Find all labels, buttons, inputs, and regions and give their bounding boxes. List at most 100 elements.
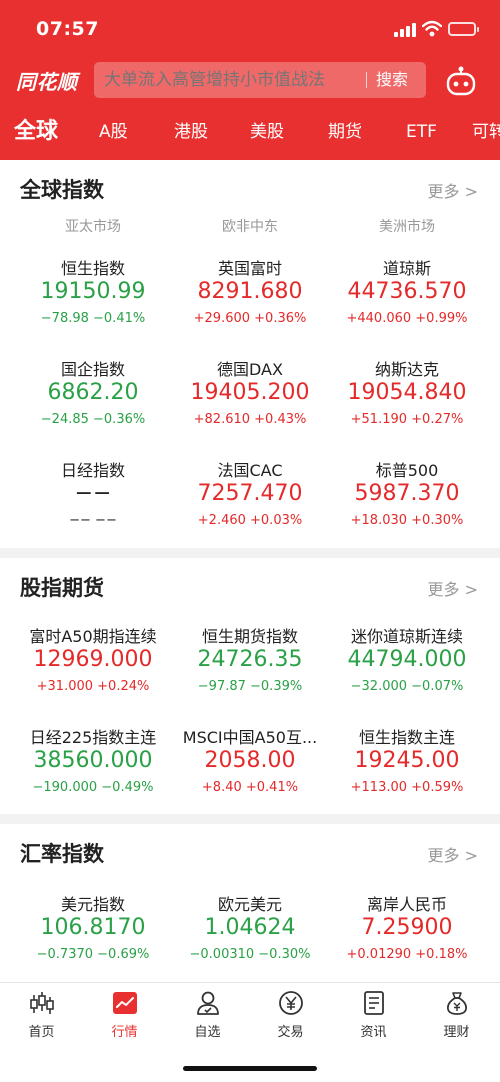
quote-name: 标普500: [375, 461, 439, 480]
nav-label: 理财: [443, 1025, 470, 1040]
quote-card[interactable]: 英国富时 8291.680 +29.600 +0.36%: [167, 255, 333, 355]
quote-change: −0.7370 −0.69%: [36, 947, 150, 962]
nav-trade[interactable]: 交易: [249, 989, 332, 1049]
quote-name: 英国富时: [217, 259, 282, 278]
quote-name: 恒生期货指数: [201, 627, 298, 646]
quote-price: 2058.00: [204, 748, 296, 773]
battery-icon: [448, 22, 479, 36]
quote-change: +8.40 +0.41%: [201, 780, 299, 795]
quote-name: 德国DAX: [217, 360, 283, 379]
nav-home[interactable]: 首页: [0, 989, 83, 1049]
quote-change: −0.00310 −0.30%: [189, 947, 311, 962]
quote-price: 19405.200: [190, 380, 310, 405]
quote-price: 19245.00: [354, 748, 460, 773]
quote-change: +31.000 +0.24%: [36, 679, 150, 694]
quote-change: −190.000 −0.49%: [32, 780, 154, 795]
quote-card[interactable]: 标普500 5987.370 +18.030 +0.30%: [324, 457, 490, 557]
quote-card[interactable]: 日经指数 −− −− −−: [10, 457, 176, 557]
search-input[interactable]: [104, 62, 364, 98]
quote-name: 恒生指数主连: [358, 728, 455, 747]
status-time: 07:57: [36, 18, 99, 40]
tab-hk-stocks[interactable]: 港股: [174, 110, 208, 156]
quote-price: 38560.000: [33, 748, 153, 773]
nav-news[interactable]: 资讯: [332, 989, 415, 1049]
quote-price: 19150.99: [40, 279, 146, 304]
quote-card[interactable]: 恒生指数主连 19245.00 +113.00 +0.59%: [324, 724, 490, 824]
tab-a-shares[interactable]: A股: [99, 110, 128, 156]
quote-price: 7.25900: [361, 915, 453, 940]
nav-label: 首页: [28, 1025, 55, 1040]
quote-change: +29.600 +0.36%: [193, 311, 307, 326]
quote-name: 富时A50期指连续: [29, 627, 157, 646]
fx-indices-section: 汇率指数 更多 > 美元指数 106.8170 −0.7370 −0.69% 欧…: [0, 824, 500, 982]
quote-price: 19054.840: [347, 380, 467, 405]
nav-label: 资讯: [360, 1025, 387, 1040]
quote-card[interactable]: 欧元美元 1.04624 −0.00310 −0.30%: [167, 891, 333, 991]
quote-name: 美元指数: [60, 895, 125, 914]
quote-name: 离岸人民币: [366, 895, 447, 914]
quote-change: −32.000 −0.07%: [350, 679, 464, 694]
quote-card[interactable]: 国企指数 6862.20 −24.85 −0.36%: [10, 356, 176, 456]
search-button[interactable]: 搜索: [376, 62, 408, 98]
section-title: 汇率指数: [20, 842, 104, 866]
nav-label: 交易: [277, 1025, 304, 1040]
quote-card[interactable]: 纳斯达克 19054.840 +51.190 +0.27%: [324, 356, 490, 456]
tab-us-stocks[interactable]: 美股: [250, 110, 284, 156]
index-futures-section: 股指期货 更多 > 富时A50期指连续 12969.000 +31.000 +0…: [0, 558, 500, 814]
quote-card[interactable]: MSCI中国A50互... 2058.00 +8.40 +0.41%: [167, 724, 333, 824]
cellular-signal-icon: [394, 23, 416, 37]
quote-change: −78.98 −0.41%: [40, 311, 146, 326]
quote-price: 106.8170: [40, 915, 146, 940]
search-divider: [366, 72, 367, 88]
quote-price: 24726.35: [197, 647, 303, 672]
global-indices-section: 全球指数 更多 > 亚太市场 欧非中东 美洲市场 恒生指数 19150.99 −…: [0, 160, 500, 548]
more-link[interactable]: 更多 >: [427, 178, 478, 202]
quote-name: 迷你道琼斯连续: [350, 627, 463, 646]
quote-change: +51.190 +0.27%: [350, 412, 464, 427]
app-logo: 同花顺: [16, 70, 78, 94]
quote-name: 纳斯达克: [374, 360, 439, 379]
tab-convertible-bonds[interactable]: 可转: [472, 110, 500, 156]
quote-card[interactable]: 道琼斯 44736.570 +440.060 +0.99%: [324, 255, 490, 355]
more-link[interactable]: 更多 >: [427, 842, 478, 866]
quote-price: 1.04624: [204, 915, 296, 940]
quote-name: 法国CAC: [217, 461, 283, 480]
home-indicator: [183, 1066, 317, 1071]
quote-name: 欧元美元: [217, 895, 282, 914]
robot-assistant-icon[interactable]: [444, 64, 478, 98]
quote-change: +2.460 +0.03%: [197, 513, 303, 528]
quote-price: 6862.20: [47, 380, 139, 405]
tab-etf[interactable]: ETF: [406, 110, 437, 156]
nav-wealth[interactable]: 理财: [415, 989, 498, 1049]
quote-name: 国企指数: [60, 360, 125, 379]
quote-card[interactable]: 恒生期货指数 24726.35 −97.87 −0.39%: [167, 623, 333, 723]
nav-market[interactable]: 行情: [83, 989, 166, 1049]
quote-change: −97.87 −0.39%: [197, 679, 303, 694]
quote-name: MSCI中国A50互...: [182, 728, 318, 747]
quote-change: +82.610 +0.43%: [193, 412, 307, 427]
search-bar[interactable]: 搜索: [94, 62, 426, 98]
nav-watchlist[interactable]: 自选: [166, 989, 249, 1049]
tab-futures[interactable]: 期货: [328, 110, 362, 156]
quote-card[interactable]: 美元指数 106.8170 −0.7370 −0.69%: [10, 891, 176, 991]
news-icon: [363, 991, 384, 1015]
tab-global[interactable]: 全球: [14, 110, 58, 156]
money-bag-icon: [446, 992, 467, 1015]
more-link[interactable]: 更多 >: [427, 576, 478, 600]
quote-card[interactable]: 德国DAX 19405.200 +82.610 +0.43%: [167, 356, 333, 456]
quote-card[interactable]: 离岸人民币 7.25900 +0.01290 +0.18%: [324, 891, 490, 991]
quote-card[interactable]: 法国CAC 7257.470 +2.460 +0.03%: [167, 457, 333, 557]
nav-label: 行情: [111, 1025, 138, 1040]
quote-price: 44736.570: [347, 279, 467, 304]
yuan-icon: [278, 991, 303, 1015]
quote-card[interactable]: 富时A50期指连续 12969.000 +31.000 +0.24%: [10, 623, 176, 723]
market-chart-icon: [112, 992, 137, 1014]
region-asia-pacific: 亚太市场: [65, 219, 121, 235]
quote-change: −24.85 −0.36%: [40, 412, 146, 427]
app-header: 07:57 同花顺 搜索 全球 A股 港股 美股 期货 ETF 可转: [0, 0, 500, 160]
quote-price: 8291.680: [197, 279, 303, 304]
quote-card[interactable]: 恒生指数 19150.99 −78.98 −0.41%: [10, 255, 176, 355]
quote-card[interactable]: 日经225指数主连 38560.000 −190.000 −0.49%: [10, 724, 176, 824]
candlestick-icon: [29, 992, 54, 1014]
quote-card[interactable]: 迷你道琼斯连续 44794.000 −32.000 −0.07%: [324, 623, 490, 723]
